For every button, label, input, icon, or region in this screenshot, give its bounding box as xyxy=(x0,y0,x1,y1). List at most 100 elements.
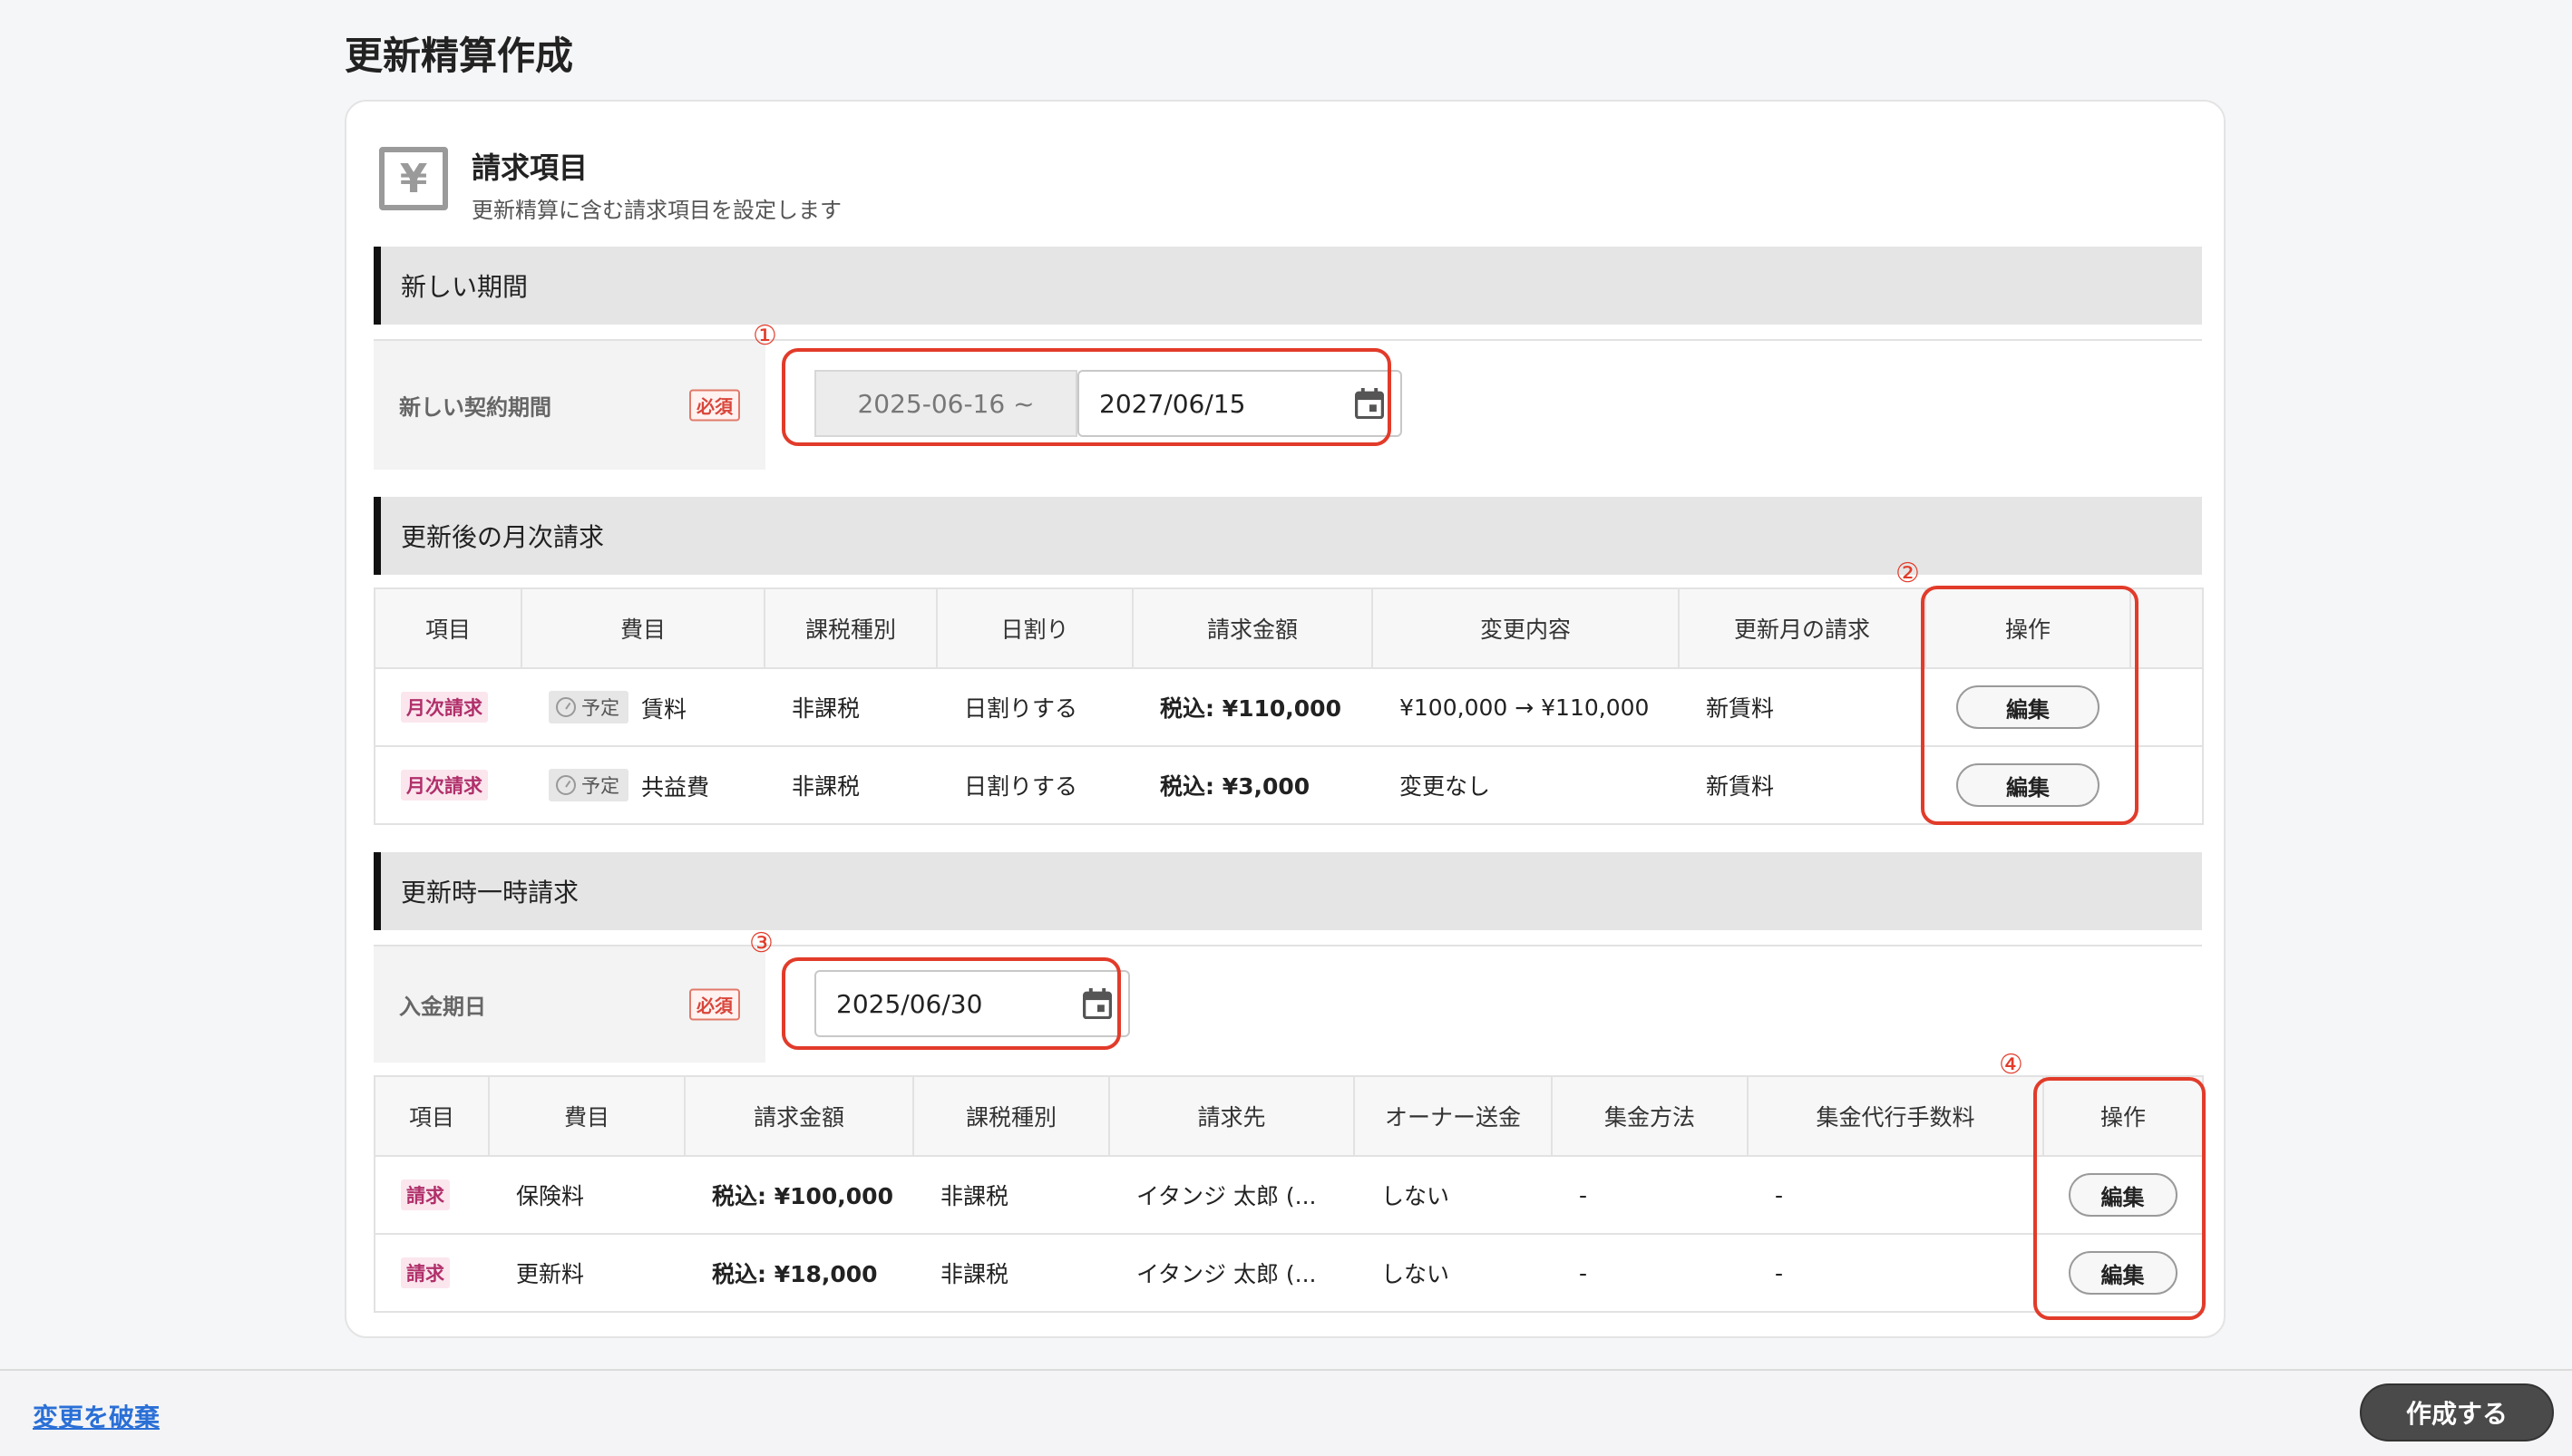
amount: 税込: ¥100,000 xyxy=(685,1155,913,1235)
section-title: 更新後の月次請求 xyxy=(401,522,605,552)
column-header: 課税種別 xyxy=(764,587,938,669)
edit-button[interactable]: 編集 xyxy=(1956,763,2099,807)
type-badge: 月次請求 xyxy=(401,770,488,801)
table-row: 請求 更新料 税込: ¥18,000 非課税 イタンジ 太郎 (... しない … xyxy=(374,1233,2204,1313)
column-header: 費目 xyxy=(488,1075,686,1157)
column-header: 集金方法 xyxy=(1551,1075,1749,1157)
column-header: 費目 xyxy=(521,587,765,669)
type-badge: 月次請求 xyxy=(401,692,488,723)
edit-button[interactable]: 編集 xyxy=(2068,1251,2177,1295)
type-badge: 請求 xyxy=(401,1179,450,1210)
table-row: 月次請求 予定 共益費 非課税 日割りする 税込: ¥3,000 変更なし 新賃料… xyxy=(374,745,2204,825)
column-header: 集金代行手数料 xyxy=(1747,1075,2044,1157)
status-badge: 予定 xyxy=(549,690,628,723)
due-date-input[interactable]: 2025/06/30 xyxy=(814,970,1130,1037)
section-monthly-billing: 更新後の月次請求 xyxy=(374,497,2202,575)
column-header: 課税種別 xyxy=(912,1075,1110,1157)
section-title: 更新時一時請求 xyxy=(401,878,580,908)
column-header: 請求先 xyxy=(1108,1075,1355,1157)
column-header: 操作 xyxy=(1924,587,2131,669)
calendar-icon[interactable] xyxy=(1355,388,1384,419)
table-row: 請求 保険料 税込: ¥100,000 非課税 イタンジ 太郎 (... しない… xyxy=(374,1155,2204,1235)
column-header: 請求金額 xyxy=(1132,587,1373,669)
onetime-billing-table: 項目 費目 請求金額 課税種別 請求先 オーナー送金 集金方法 集金代行手数料 … xyxy=(374,1075,2204,1313)
item-name: 保険料 xyxy=(489,1155,685,1235)
item-name: 賃料 xyxy=(641,695,687,723)
required-badge: 必須 xyxy=(689,988,740,1021)
tax-type: 非課税 xyxy=(913,1155,1109,1235)
monthly-billing-table: 項目 費目 課税種別 日割り 請求金額 変更内容 更新月の請求 操作 月次請求 … xyxy=(374,587,2204,825)
create-button[interactable]: 作成する xyxy=(2360,1383,2554,1441)
status-text: 予定 xyxy=(581,696,619,719)
renewal-month-billing: 新賃料 xyxy=(1679,745,1925,825)
status-badge: 予定 xyxy=(549,768,628,801)
column-header: 項目 xyxy=(374,1075,490,1157)
yen-icon: ¥ xyxy=(379,147,448,210)
column-header: 請求金額 xyxy=(684,1075,914,1157)
card-title: 請求項目 xyxy=(472,150,589,185)
footer-bar: 変更を破棄 作成する xyxy=(0,1369,2572,1456)
contract-period-row: 新しい契約期間 必須 2025-06-16 ~ 2027/06/15 xyxy=(374,339,2202,470)
table-header-row: 項目 費目 課税種別 日割り 請求金額 変更内容 更新月の請求 操作 xyxy=(374,587,2204,669)
column-header: オーナー送金 xyxy=(1353,1075,1553,1157)
prorate: 日割りする xyxy=(937,745,1133,825)
column-header: 日割り xyxy=(936,587,1134,669)
period-end-date-input[interactable]: 2027/06/15 xyxy=(1077,370,1402,437)
prorate: 日割りする xyxy=(937,667,1133,747)
collection-method: - xyxy=(1552,1155,1748,1235)
table-header-row: 項目 費目 請求金額 課税種別 請求先 オーナー送金 集金方法 集金代行手数料 … xyxy=(374,1075,2204,1157)
marker-3: ③ xyxy=(749,927,774,959)
marker-2: ② xyxy=(1895,558,1920,589)
section-title: 新しい期間 xyxy=(401,272,529,302)
column-header-spacer xyxy=(2129,587,2204,669)
page-title: 更新精算作成 xyxy=(345,34,574,78)
amount: 税込: ¥110,000 xyxy=(1133,667,1372,747)
due-date-label: 入金期日 xyxy=(399,994,486,1020)
amount: 税込: ¥18,000 xyxy=(685,1233,913,1313)
tax-type: 非課税 xyxy=(765,667,937,747)
due-date-value: 2025/06/30 xyxy=(836,988,983,1019)
due-date-row: 入金期日 必須 2025/06/30 xyxy=(374,945,2202,1063)
owner-remit: しない xyxy=(1354,1233,1552,1313)
column-header: 更新月の請求 xyxy=(1678,587,1926,669)
tax-type: 非課税 xyxy=(765,745,937,825)
column-header: 変更内容 xyxy=(1371,587,1680,669)
item-name: 共益費 xyxy=(641,773,710,801)
marker-4: ④ xyxy=(1999,1049,2023,1081)
payer: イタンジ 太郎 (... xyxy=(1109,1233,1354,1313)
edit-button[interactable]: 編集 xyxy=(2068,1173,2177,1217)
column-header: 操作 xyxy=(2042,1075,2204,1157)
discard-changes-link[interactable]: 変更を破棄 xyxy=(33,1398,160,1434)
collection-fee: - xyxy=(1748,1233,2043,1313)
clock-icon xyxy=(556,774,576,795)
clock-icon xyxy=(556,696,576,717)
contract-period-label: 新しい契約期間 xyxy=(399,394,551,421)
marker-1: ① xyxy=(753,320,777,352)
amount: 税込: ¥3,000 xyxy=(1133,745,1372,825)
contract-period-label-cell: 新しい契約期間 必須 xyxy=(374,341,765,470)
renewal-month-billing: 新賃料 xyxy=(1679,667,1925,747)
calendar-icon[interactable] xyxy=(1083,988,1112,1019)
column-header: 項目 xyxy=(374,587,522,669)
tax-type: 非課税 xyxy=(913,1233,1109,1313)
item-name: 更新料 xyxy=(489,1233,685,1313)
section-new-period: 新しい期間 xyxy=(374,247,2202,325)
collection-fee: - xyxy=(1748,1155,2043,1235)
payer: イタンジ 太郎 (... xyxy=(1109,1155,1354,1235)
change-detail: ¥100,000 → ¥110,000 xyxy=(1372,667,1679,747)
due-date-label-cell: 入金期日 必須 xyxy=(374,946,765,1063)
spacer-cell xyxy=(2130,667,2204,747)
type-badge: 請求 xyxy=(401,1257,450,1288)
period-end-value: 2027/06/15 xyxy=(1099,388,1246,419)
edit-button[interactable]: 編集 xyxy=(1956,685,2099,729)
required-badge: 必須 xyxy=(689,389,740,422)
table-row: 月次請求 予定 賃料 非課税 日割りする 税込: ¥110,000 ¥100,00… xyxy=(374,667,2204,747)
billing-items-card: ¥ 請求項目 更新精算に含む請求項目を設定します 新しい期間 新しい契約期間 必… xyxy=(345,100,2226,1338)
spacer-cell xyxy=(2130,745,2204,825)
collection-method: - xyxy=(1552,1233,1748,1313)
status-text: 予定 xyxy=(581,774,619,797)
section-onetime-billing: 更新時一時請求 xyxy=(374,852,2202,930)
owner-remit: しない xyxy=(1354,1155,1552,1235)
change-detail: 変更なし xyxy=(1372,745,1679,825)
card-subtitle: 更新精算に含む請求項目を設定します xyxy=(472,198,842,223)
